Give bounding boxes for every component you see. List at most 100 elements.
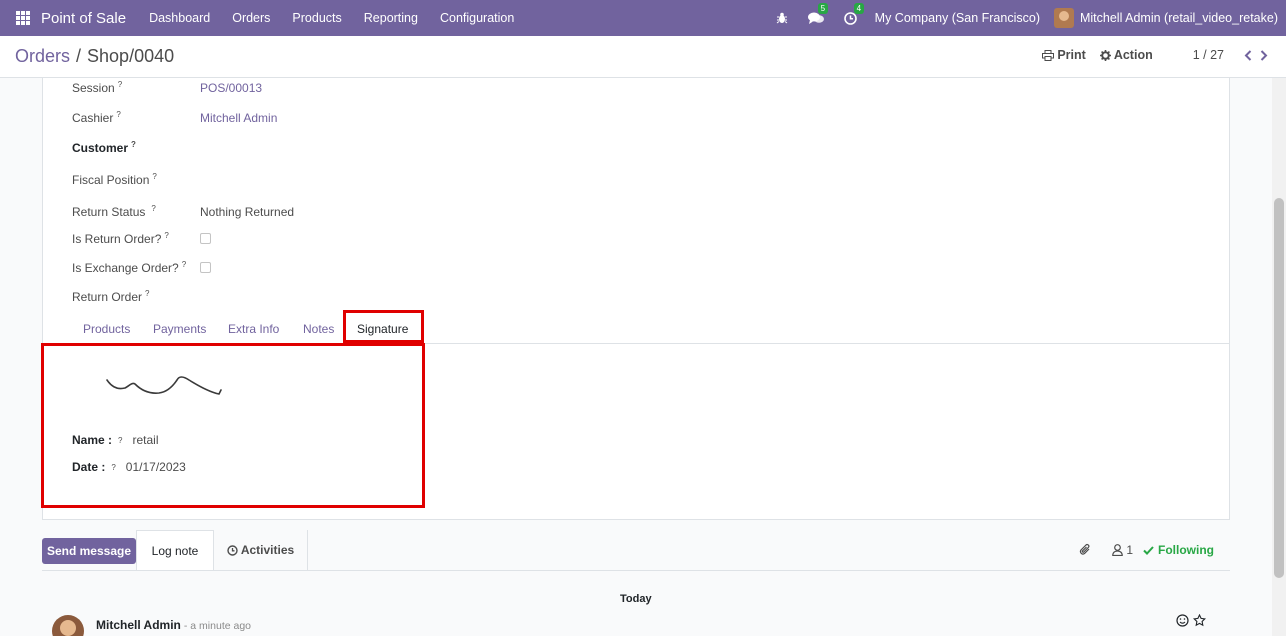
help-tooltip-icon[interactable]: ? (118, 80, 122, 89)
return-order-label: Return Order? (72, 289, 150, 304)
menu-orders[interactable]: Orders (221, 11, 281, 25)
menu-configuration[interactable]: Configuration (429, 11, 525, 25)
session-field: Session? POS/00013 (72, 80, 262, 95)
notebook-tabs: Products Payments Extra Info Notes Signa… (43, 317, 1229, 344)
paperclip-icon[interactable] (1079, 543, 1092, 557)
user-name: Mitchell Admin (retail_video_retake) (1079, 11, 1278, 25)
debug-bug-icon[interactable] (776, 12, 788, 24)
print-label: Print (1057, 48, 1086, 62)
company-switcher[interactable]: My Company (San Francisco) (875, 11, 1040, 25)
chatter-topbar: Send message Log note Activities 1 Follo… (0, 530, 1272, 571)
help-tooltip-icon[interactable]: ? (164, 231, 168, 240)
action-button[interactable]: Action (1099, 48, 1153, 62)
breadcrumb: Orders / Shop/0040 (15, 46, 174, 67)
help-tooltip-icon[interactable]: ? (118, 436, 122, 445)
signature-name-value: retail (132, 433, 159, 447)
tab-notes[interactable]: Notes (303, 322, 334, 336)
message-author-name[interactable]: Mitchell Admin (96, 618, 181, 632)
signature-name-field: Name : ? retail (72, 433, 158, 447)
return-order-field: Return Order? (72, 289, 200, 304)
check-icon (1143, 545, 1154, 555)
return-status-value: Nothing Returned (200, 204, 295, 219)
is-exchange-order-checkbox[interactable] (200, 262, 211, 273)
tab-payments[interactable]: Payments (153, 322, 206, 336)
message-header: Mitchell Admin - a minute ago (96, 618, 251, 632)
user-menu[interactable]: Mitchell Admin (retail_video_retake) (1053, 8, 1278, 28)
followers-count: 1 (1126, 543, 1133, 557)
menu-dashboard[interactable]: Dashboard (138, 11, 221, 25)
help-tooltip-icon[interactable]: ? (151, 204, 155, 213)
is-exchange-order-label: Is Exchange Order?? (72, 260, 187, 275)
signature-date-field: Date : ? 01/17/2023 (72, 460, 186, 474)
menu-reporting[interactable]: Reporting (353, 11, 429, 25)
following-label: Following (1158, 543, 1214, 557)
help-tooltip-icon[interactable]: ? (145, 289, 149, 298)
signature-tab-highlight (343, 310, 424, 343)
is-return-order-checkbox[interactable] (200, 233, 211, 244)
following-button[interactable]: Following (1143, 543, 1214, 557)
activities-button[interactable]: Activities (214, 530, 308, 570)
signature-image (106, 376, 222, 395)
help-tooltip-icon[interactable]: ? (116, 110, 120, 119)
user-avatar (1053, 8, 1074, 28)
help-tooltip-icon[interactable]: ? (131, 140, 136, 149)
breadcrumb-separator: / (76, 46, 82, 66)
gear-icon (1099, 49, 1111, 61)
signature-name-label: Name : (72, 433, 113, 447)
is-exchange-order-field: Is Exchange Order?? (72, 260, 211, 275)
print-icon (1042, 49, 1055, 61)
emoji-smile-icon[interactable] (1176, 614, 1189, 627)
clock-icon (227, 544, 238, 556)
star-icon[interactable] (1193, 614, 1206, 627)
customer-field: Customer? (72, 140, 200, 155)
message-actions (1172, 614, 1206, 627)
control-panel-actions: Print Action 1 / 27 (1028, 48, 1268, 62)
menu-products[interactable]: Products (281, 11, 352, 25)
cashier-field: Cashier? Mitchell Admin (72, 110, 277, 125)
messages-icon[interactable]: 5 (807, 2, 829, 25)
scrollbar-thumb[interactable] (1274, 198, 1284, 578)
tab-products[interactable]: Products (83, 322, 130, 336)
is-return-order-field: Is Return Order?? (72, 231, 211, 246)
send-message-button[interactable]: Send message (42, 538, 136, 564)
activities-count-badge: 4 (853, 2, 865, 14)
apps-menu-icon[interactable] (16, 11, 30, 25)
session-value[interactable]: POS/00013 (200, 81, 262, 95)
pager-next-icon[interactable] (1260, 49, 1268, 61)
date-separator: Today (620, 593, 652, 605)
tab-extra-info[interactable]: Extra Info (228, 322, 279, 336)
cashier-label: Cashier? (72, 110, 121, 125)
signature-date-label: Date : (72, 460, 106, 474)
breadcrumb-orders[interactable]: Orders (15, 46, 70, 67)
cashier-value[interactable]: Mitchell Admin (200, 111, 277, 125)
fiscal-position-label: Fiscal Position? (72, 172, 157, 187)
signature-panel-highlight (41, 343, 425, 508)
help-tooltip-icon[interactable]: ? (152, 172, 156, 181)
return-status-field: Return Status? Nothing Returned (72, 204, 294, 219)
signature-date-value: 01/17/2023 (125, 460, 186, 474)
chatter-followers-area: 1 Following (1079, 543, 1214, 557)
print-button[interactable]: Print (1042, 48, 1086, 62)
form-sheet: Session? POS/00013 Cashier? Mitchell Adm… (41, 78, 1230, 520)
message-author-avatar[interactable] (52, 615, 84, 636)
messages-count-badge: 5 (817, 2, 829, 14)
user-icon (1112, 544, 1124, 556)
control-panel: Orders / Shop/0040 Print Action 1 / 27 (0, 36, 1286, 78)
help-tooltip-icon[interactable]: ? (182, 260, 186, 269)
action-label: Action (1113, 48, 1153, 62)
help-tooltip-icon[interactable]: ? (111, 463, 115, 472)
main-menu: Dashboard Orders Products Reporting Conf… (138, 11, 525, 25)
page-scrollbar[interactable] (1272, 78, 1286, 636)
followers-button[interactable]: 1 (1112, 543, 1133, 557)
pager-value[interactable]: 1 / 27 (1193, 48, 1224, 62)
customer-label: Customer? (72, 140, 136, 155)
app-brand[interactable]: Point of Sale (41, 10, 126, 27)
fiscal-position-field: Fiscal Position? (72, 172, 200, 187)
pager-previous-icon[interactable] (1244, 49, 1252, 61)
activities-clock-icon[interactable]: 4 (843, 2, 865, 25)
message-time: - a minute ago (183, 620, 252, 632)
log-note-button[interactable]: Log note (136, 530, 214, 571)
session-label: Session? (72, 80, 123, 95)
is-return-order-label: Is Return Order?? (72, 231, 169, 246)
navbar-systray: 5 4 My Company (San Francisco) Mitchell … (766, 0, 1286, 36)
